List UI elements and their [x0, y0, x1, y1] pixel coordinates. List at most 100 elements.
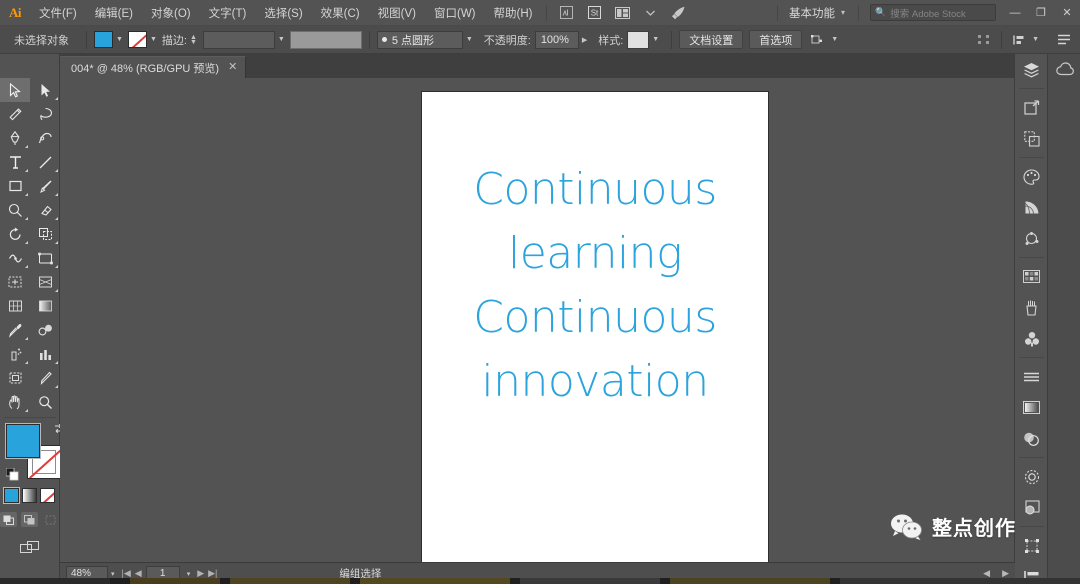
bridge-icon[interactable] [555, 4, 577, 22]
document-setup-button[interactable]: 文档设置 [679, 30, 744, 49]
menu-help[interactable]: 帮助(H) [485, 0, 542, 26]
artboard-text-object[interactable]: Continuous learning Continuous innovatio… [422, 158, 768, 414]
draw-behind-mode[interactable] [21, 512, 38, 527]
column-graph-tool[interactable] [30, 342, 60, 366]
rotate-tool[interactable] [0, 222, 30, 246]
width-tool[interactable] [0, 246, 30, 270]
appearance-panel-icon[interactable] [1015, 461, 1048, 492]
draw-inside-mode[interactable] [42, 512, 59, 527]
restore-button[interactable]: ❐ [1028, 0, 1054, 26]
perspective-grid-tool[interactable] [30, 270, 60, 294]
swatches-panel-icon[interactable] [1015, 261, 1048, 292]
stroke-caret-icon[interactable]: ▼ [150, 36, 157, 43]
scale-tool[interactable] [30, 222, 60, 246]
blend-tool[interactable] [30, 318, 60, 342]
opacity-caret-icon[interactable]: ▶ [582, 36, 587, 44]
shaper-tool[interactable] [0, 198, 30, 222]
distribute-caret-icon[interactable]: ▼ [1032, 36, 1039, 43]
graphic-styles-panel-icon[interactable] [1015, 492, 1048, 523]
libraries-panel-icon[interactable] [1048, 54, 1080, 85]
stroke-weight-input[interactable] [202, 30, 275, 49]
color-panel-icon[interactable] [1015, 161, 1048, 192]
stock-search-input[interactable]: 🔍 搜索 Adobe Stock [870, 4, 996, 21]
color-mode-color[interactable] [3, 487, 20, 504]
arrange-documents-icon[interactable] [611, 4, 633, 22]
type-tool[interactable] [0, 150, 30, 174]
color-guide-panel-icon[interactable] [1015, 192, 1048, 223]
distribute-icon[interactable] [1009, 30, 1029, 50]
menu-type[interactable]: 文字(T) [200, 0, 256, 26]
artboards-panel-icon[interactable] [1015, 92, 1048, 123]
transform-icon[interactable] [808, 30, 828, 50]
pen-tool[interactable] [0, 126, 30, 150]
color-mode-none[interactable] [40, 488, 55, 503]
menu-window[interactable]: 窗口(W) [425, 0, 485, 26]
eyedropper-tool[interactable] [0, 318, 30, 342]
brush-caret-icon[interactable]: ▼ [466, 36, 473, 43]
gradient-tool[interactable] [30, 294, 60, 318]
panel-menu-icon[interactable] [1054, 30, 1074, 50]
selection-tool[interactable] [0, 78, 30, 102]
fill-color-swatch[interactable] [94, 31, 113, 48]
close-button[interactable]: ✕ [1054, 0, 1080, 26]
hand-tool[interactable] [0, 390, 30, 414]
menu-effect[interactable]: 效果(C) [312, 0, 369, 26]
stock-icon[interactable]: St [583, 4, 605, 22]
workspace-caret-icon[interactable]: ▾ [841, 8, 853, 17]
chevron-down-icon[interactable] [639, 4, 661, 22]
opacity-input[interactable]: 100% [534, 30, 579, 49]
symbols-panel-icon[interactable] [1015, 323, 1048, 354]
curvature-tool[interactable] [30, 126, 60, 150]
artboard-caret-icon[interactable]: ▾ [187, 570, 191, 578]
magic-wand-tool[interactable] [0, 102, 30, 126]
graphic-style-swatch[interactable] [627, 30, 650, 49]
menu-object[interactable]: 对象(O) [142, 0, 200, 26]
align-icon[interactable] [974, 30, 994, 50]
fill-swatch[interactable] [5, 423, 41, 459]
artboard[interactable]: Continuous learning Continuous innovatio… [422, 92, 768, 562]
workspace-switcher[interactable]: 基本功能 [783, 5, 841, 21]
preferences-button[interactable]: 首选项 [749, 30, 803, 49]
default-fill-stroke-icon[interactable] [5, 467, 19, 481]
change-screen-mode-icon[interactable] [18, 539, 42, 557]
stroke-panel-icon[interactable] [1015, 361, 1048, 392]
symbol-sprayer-tool[interactable] [0, 342, 30, 366]
stroke-weight-caret-icon[interactable]: ▼ [278, 36, 285, 43]
fill-caret-icon[interactable]: ▼ [116, 36, 123, 43]
gradient-panel-icon[interactable] [1015, 392, 1048, 423]
eraser-tool[interactable] [30, 198, 60, 222]
free-transform-tool[interactable] [30, 246, 60, 270]
close-icon[interactable]: ✕ [228, 62, 237, 73]
document-tab[interactable]: 004* @ 48% (RGB/GPU 预览) ✕ [60, 56, 247, 78]
stroke-profile-preview[interactable] [289, 30, 362, 49]
menu-file[interactable]: 文件(F) [30, 0, 86, 26]
shape-builder-tool[interactable] [0, 270, 30, 294]
zoom-caret-icon[interactable]: ▾ [111, 570, 115, 578]
menu-edit[interactable]: 编辑(E) [86, 0, 142, 26]
asset-export-panel-icon[interactable] [1015, 123, 1048, 154]
paintbrush-tool[interactable] [30, 174, 60, 198]
artboard-tool[interactable] [0, 366, 30, 390]
direct-selection-tool[interactable] [30, 78, 60, 102]
slice-tool[interactable] [30, 366, 60, 390]
transform-panel-icon[interactable] [1015, 530, 1048, 561]
color-mode-gradient[interactable] [22, 488, 37, 503]
stroke-weight-stepper[interactable]: ▲ ▼ [190, 34, 197, 46]
lasso-tool[interactable] [30, 102, 60, 126]
rectangle-tool[interactable] [0, 174, 30, 198]
transparency-panel-icon[interactable] [1015, 423, 1048, 454]
rocket-icon[interactable] [667, 4, 689, 22]
transform-caret-icon[interactable]: ▼ [831, 36, 838, 43]
style-caret-icon[interactable]: ▼ [652, 36, 659, 43]
draw-normal-mode[interactable] [0, 512, 17, 527]
mesh-tool[interactable] [0, 294, 30, 318]
minimize-button[interactable]: — [1002, 0, 1028, 26]
line-segment-tool[interactable] [30, 150, 60, 174]
brushes-panel-icon[interactable] [1015, 292, 1048, 323]
document-canvas[interactable]: Continuous learning Continuous innovatio… [60, 78, 1015, 562]
menu-select[interactable]: 选择(S) [255, 0, 311, 26]
zoom-tool[interactable] [30, 390, 60, 414]
menu-view[interactable]: 视图(V) [369, 0, 425, 26]
stroke-color-swatch[interactable] [127, 31, 147, 48]
layers-panel-icon[interactable] [1015, 54, 1048, 85]
